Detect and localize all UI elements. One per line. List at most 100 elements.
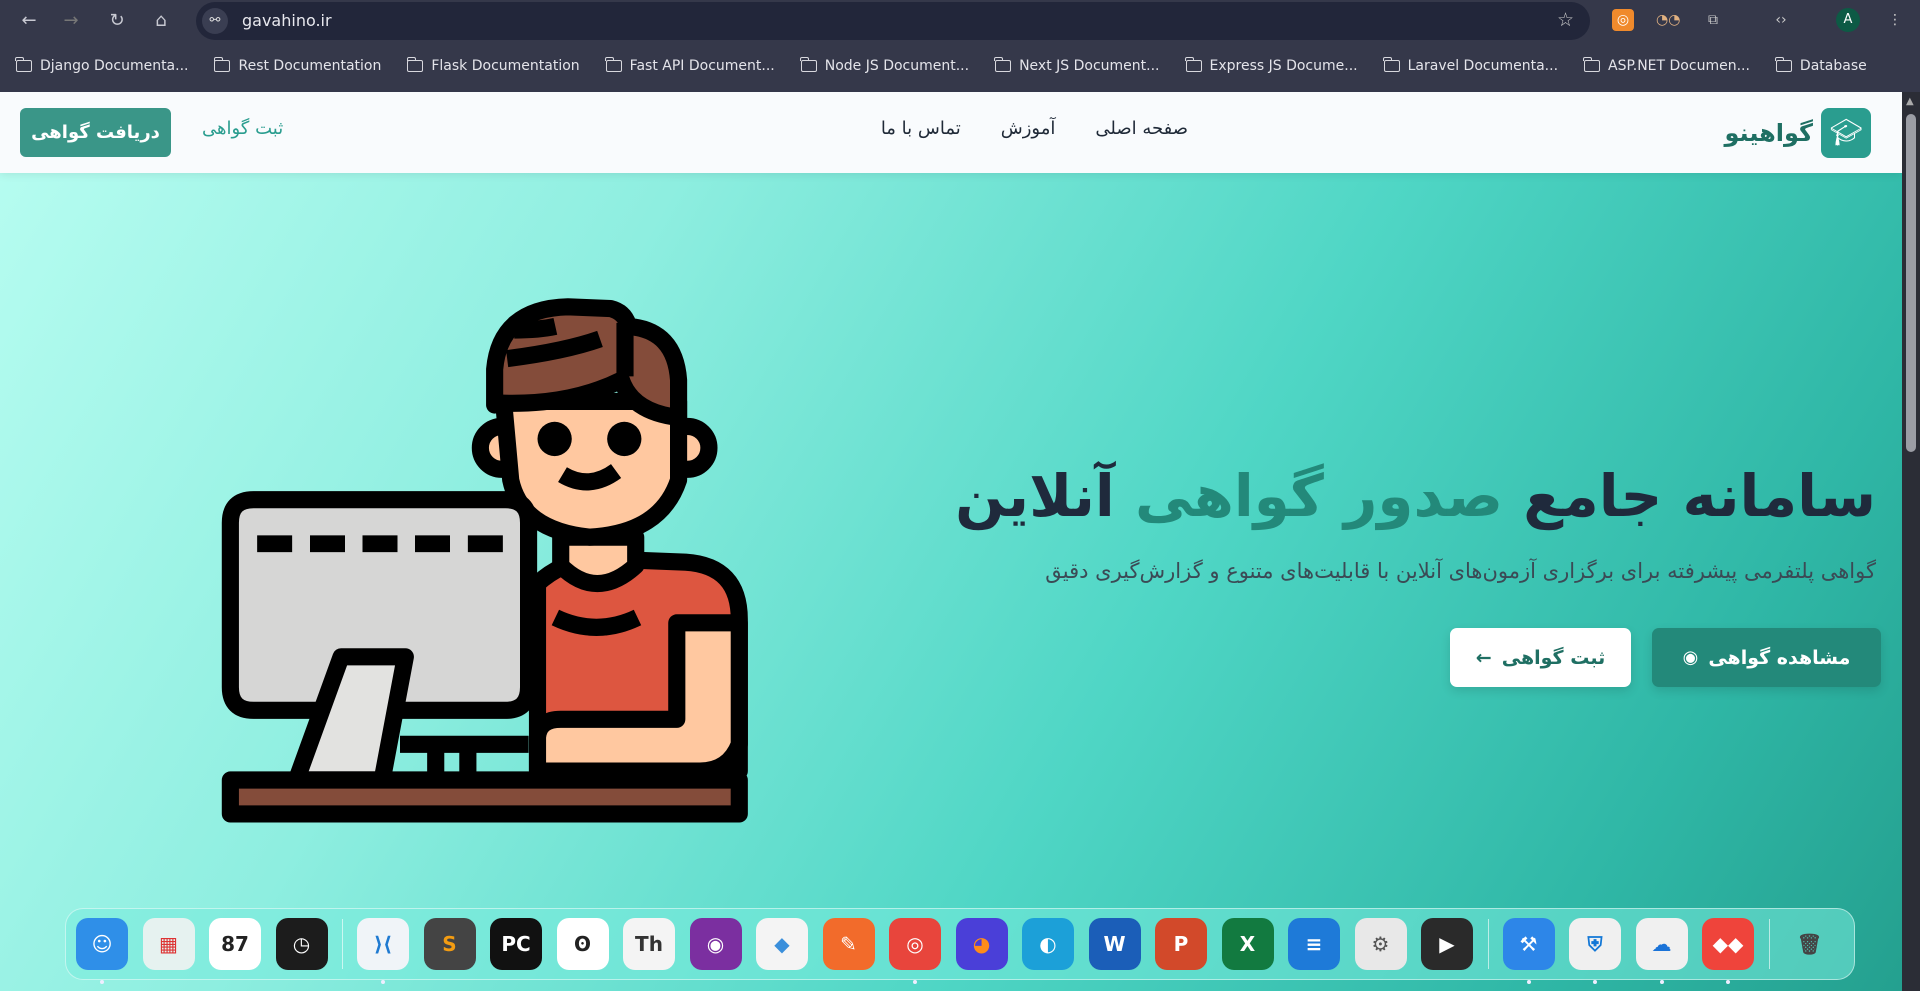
bookmark-folder[interactable]: Database <box>1775 57 1867 74</box>
bookmark-folder[interactable]: Django Documenta... <box>15 57 189 74</box>
sublime-text-icon[interactable]: S <box>423 918 476 970</box>
bookmark-folder[interactable]: Laravel Documenta... <box>1383 57 1559 74</box>
back-icon[interactable]: ← <box>16 8 42 34</box>
bookmark-folder[interactable]: Node JS Document... <box>800 57 970 74</box>
brand[interactable]: 🎓︎ گواهینو <box>1724 108 1871 158</box>
bookmark-label: Rest Documentation <box>238 58 382 74</box>
extension-icon[interactable]: ◎ <box>1612 9 1634 31</box>
bookmark-folder[interactable]: Flask Documentation <box>406 57 580 74</box>
folder-icon <box>1383 57 1400 72</box>
running-indicator <box>913 980 917 984</box>
anydesk-icon[interactable]: ◆◆ <box>1702 918 1754 984</box>
calendar-icon[interactable]: 87 <box>209 918 261 970</box>
forward-icon[interactable]: → <box>58 8 84 34</box>
page-scrollbar[interactable]: ▲ <box>1902 92 1920 991</box>
scroll-up-arrow-icon[interactable]: ▲ <box>1906 96 1914 107</box>
macos-dock: ☺ ▦ 87 ◷ ⟩⟨ S PC ʘ Th ◉ ◆ ✎ ◎ ◕ ◐ W P X ≡ ⚙ ▶ ⚒ ⛨ ☁ ◆◆ 🗑 <box>65 908 1855 984</box>
running-indicator <box>1526 980 1531 984</box>
excel-icon[interactable]: X <box>1221 918 1274 970</box>
bookmark-label: ASP.NET Documen... <box>1608 58 1750 74</box>
running-indicator <box>1659 980 1664 984</box>
view-certificate-button[interactable]: مشاهده گواهی ◉ <box>1652 628 1881 687</box>
developer-illustration <box>221 298 748 823</box>
running-indicator <box>1593 980 1597 984</box>
bookmark-folder[interactable]: Rest Documentation <box>213 57 382 74</box>
menu-item-contact[interactable]: تماس با ما <box>881 118 961 139</box>
word-icon[interactable]: W <box>1088 918 1141 970</box>
running-indicator <box>1726 980 1730 984</box>
onedrive-icon[interactable]: ☁ <box>1635 918 1688 984</box>
github-desktop-icon[interactable]: ◉ <box>689 918 742 970</box>
folder-icon <box>800 57 817 72</box>
running-indicator <box>100 980 104 984</box>
launchpad-icon[interactable]: ▦ <box>142 918 195 970</box>
pycharm-icon[interactable]: PC <box>490 918 542 970</box>
folder-icon <box>15 57 32 72</box>
bookmark-star-icon[interactable]: ☆ <box>1557 9 1574 31</box>
bookmark-label: Laravel Documenta... <box>1407 58 1559 74</box>
get-certificate-button[interactable]: دریافت گواهی <box>20 108 171 157</box>
vscode-icon[interactable]: ⟩⟨ <box>357 918 409 984</box>
typora-icon[interactable]: Th <box>623 918 675 970</box>
arrow-left-icon: ← <box>1475 646 1492 669</box>
folder-icon <box>994 57 1012 72</box>
reload-icon[interactable]: ↻ <box>104 8 130 34</box>
finder-icon[interactable]: ☺ <box>76 918 128 984</box>
xcode-icon[interactable]: ⚒ <box>1502 918 1555 984</box>
clock-icon[interactable]: ◷ <box>275 918 328 970</box>
folder-icon <box>1184 57 1202 72</box>
bookmark-folder[interactable]: ASP.NET Documen... <box>1583 57 1750 74</box>
extensions-puzzle-icon[interactable]: ⧉ <box>1702 9 1724 31</box>
firefox-icon[interactable]: ◕ <box>955 918 1008 970</box>
bunny-app-icon[interactable]: ʘ <box>556 918 609 970</box>
button-label: ثبت گواهی <box>1501 646 1606 669</box>
folder-icon <box>1775 57 1792 72</box>
bookmark-label: Fast API Document... <box>629 58 775 74</box>
dock-separator <box>1768 919 1770 969</box>
menu-item-home[interactable]: صفحه اصلی <box>1095 118 1188 139</box>
trash-icon[interactable]: 🗑 <box>1784 918 1836 970</box>
bookmark-label: Django Documenta... <box>40 58 189 74</box>
profile-avatar[interactable]: A <box>1836 8 1860 32</box>
vectornator-icon[interactable]: ✎ <box>822 918 875 970</box>
defender-icon[interactable]: ⛨ <box>1569 918 1621 984</box>
folder-icon <box>605 57 622 72</box>
page-viewport: 🎓︎ گواهینو صفحه اصلی آموزش تماس با ما ثب… <box>0 92 1902 991</box>
menu-item-tutorial[interactable]: آموزش <box>1001 118 1056 139</box>
url-text[interactable]: gavahino.ir <box>242 11 332 30</box>
extension-glasses-icon[interactable]: ◔◔ <box>1656 9 1680 31</box>
system-settings-icon[interactable]: ⚙ <box>1354 918 1407 970</box>
folder-icon <box>213 57 231 72</box>
bookmark-label: Database <box>1799 58 1867 74</box>
menu-kebab-icon[interactable]: ⋮ <box>1884 9 1906 31</box>
notes-icon[interactable]: ≡ <box>1288 918 1340 970</box>
home-icon[interactable]: ⌂ <box>148 8 174 34</box>
register-certificate-button[interactable]: ثبت گواهی ← <box>1450 628 1631 687</box>
hero-subtitle: گواهی پلتفرمی پیشرفته برای برگزاری آزمون… <box>1045 559 1876 583</box>
bookmark-label: Node JS Document... <box>824 58 970 74</box>
powerpoint-icon[interactable]: P <box>1155 918 1207 970</box>
edge-icon[interactable]: ◐ <box>1022 918 1074 970</box>
bookmark-folder[interactable]: Fast API Document... <box>605 57 775 74</box>
bookmark-folder[interactable]: Next JS Document... <box>994 57 1160 74</box>
brand-name: گواهینو <box>1724 119 1813 147</box>
bookmark-label: Flask Documentation <box>431 58 580 74</box>
infuse-icon[interactable]: ▶ <box>1421 918 1473 970</box>
register-certificate-link[interactable]: ثبت گواهی <box>202 118 283 139</box>
site-navbar: 🎓︎ گواهینو صفحه اصلی آموزش تماس با ما ثب… <box>0 92 1902 173</box>
bookmarks-bar: Django Documenta... Rest Documentation Fla… <box>0 48 1877 84</box>
folder-icon <box>406 57 424 72</box>
bookmark-folder[interactable]: Express JS Docume... <box>1184 57 1358 74</box>
devtools-code-icon[interactable]: ‹› <box>1770 9 1792 31</box>
git-app-icon[interactable]: ◆ <box>756 918 808 970</box>
site-info-icon[interactable]: ⚯ <box>202 8 228 34</box>
dock-separator <box>342 919 343 969</box>
chrome-icon[interactable]: ◎ <box>889 918 941 984</box>
scrollbar-thumb[interactable] <box>1906 114 1916 452</box>
address-bar[interactable]: ⚯ gavahino.ir ☆ <box>196 2 1590 40</box>
title-part: سامانه جامع <box>1503 462 1876 530</box>
eye-icon: ◉ <box>1682 647 1699 668</box>
dock-separator <box>1487 919 1489 969</box>
main-menu: صفحه اصلی آموزش تماس با ما <box>867 118 1188 139</box>
title-highlight: صدور گواهی <box>1134 462 1504 530</box>
